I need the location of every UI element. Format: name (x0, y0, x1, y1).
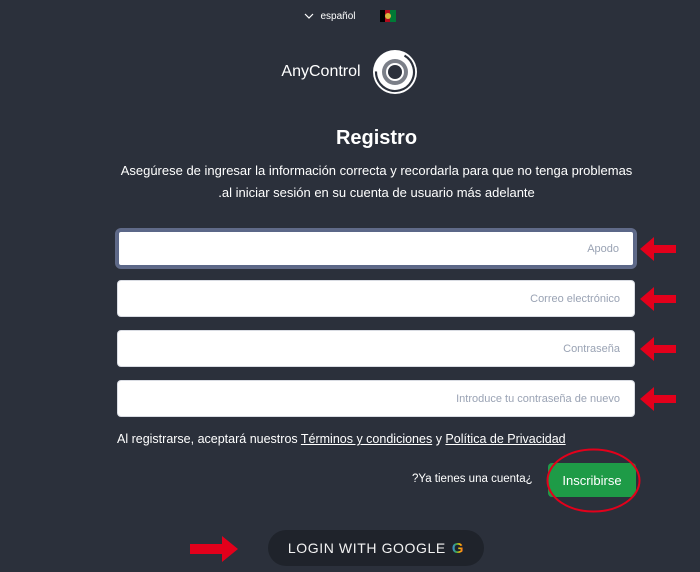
afghanistan-flag-icon (379, 10, 396, 22)
form-description: Asegúrese de ingresar la información cor… (60, 160, 693, 204)
confirm-password-field-wrapper (117, 380, 635, 417)
password-field-wrapper (117, 330, 635, 367)
google-login-label: LOGIN WITH GOOGLE (287, 540, 446, 556)
email-input[interactable] (118, 281, 634, 316)
google-g-icon: G (451, 539, 465, 557)
language-label: español (320, 10, 356, 22)
language-selector[interactable]: español (0, 10, 700, 22)
confirm-password-input[interactable] (118, 381, 634, 416)
description-line-2: .al iniciar sesión en su cuenta de usuar… (218, 185, 535, 200)
password-input[interactable] (118, 331, 634, 366)
terms-notice: Al registrarse, aceptará nuestros Términ… (117, 432, 566, 446)
privacy-link[interactable]: Política de Privacidad (445, 432, 565, 446)
chevron-down-icon (305, 13, 314, 19)
brand-header: AnyControl (0, 48, 700, 96)
red-arrow-left-icon (640, 387, 676, 411)
nickname-field-wrapper (117, 230, 635, 267)
terms-link[interactable]: Términos y condiciones (301, 432, 432, 446)
nickname-input[interactable] (119, 232, 633, 265)
red-arrow-left-icon (640, 237, 676, 261)
brand-name: AnyControl (281, 63, 361, 80)
login-link[interactable]: ?Ya tienes una cuenta¿ (412, 473, 533, 485)
red-arrow-left-icon (640, 287, 676, 311)
red-arrow-right-icon (190, 536, 238, 562)
terms-prefix: Al registrarse, aceptará nuestros (117, 432, 298, 446)
terms-and: y (435, 432, 442, 446)
page-title: Registro (335, 127, 418, 149)
email-field-wrapper (117, 280, 635, 317)
anycontrol-logo-icon (372, 50, 417, 94)
description-line-1: Asegúrese de ingresar la información cor… (120, 163, 633, 178)
red-circle-annotation (546, 448, 641, 513)
google-login-button[interactable]: LOGIN WITH GOOGLE G (268, 530, 484, 566)
red-arrow-left-icon (640, 337, 676, 361)
